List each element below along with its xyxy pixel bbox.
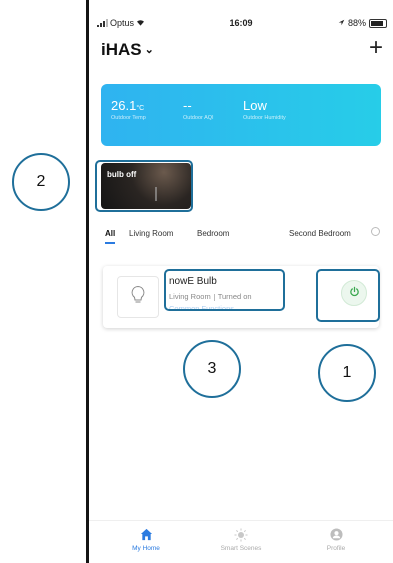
highlight-device-info — [164, 269, 285, 311]
tab-smart-scenes[interactable]: Smart Scenes — [206, 528, 276, 552]
humidity-value: Low — [243, 98, 267, 113]
active-tab-indicator — [105, 242, 115, 244]
tab-all[interactable]: All — [105, 229, 115, 238]
add-button[interactable]: + — [369, 34, 383, 62]
humidity-label: Outdoor Humidity — [243, 115, 286, 121]
weather-temp: 26.1°C Outdoor Temp — [111, 98, 146, 121]
status-bar: Optus 16:09 88% — [89, 14, 393, 32]
weather-humidity: Low Outdoor Humidity — [243, 98, 286, 121]
lightbulb-icon — [130, 285, 146, 310]
weather-card[interactable]: 26.1°C Outdoor Temp -- Outdoor AQI Low O… — [101, 84, 381, 146]
temp-label: Outdoor Temp — [111, 115, 146, 121]
profile-icon — [301, 528, 371, 542]
tab-label-my-home: My Home — [132, 545, 160, 552]
status-right: 88% — [338, 18, 387, 28]
location-arrow-icon — [338, 18, 345, 28]
callout-3: 3 — [183, 340, 241, 398]
home-icon — [111, 528, 181, 542]
temp-unit: °C — [136, 105, 145, 112]
tab-label-profile: Profile — [326, 545, 346, 552]
tab-profile[interactable]: Profile — [301, 528, 371, 552]
chevron-down-icon: ⌄ — [144, 44, 154, 56]
sun-icon — [206, 528, 276, 542]
weather-aqi: -- Outdoor AQI — [183, 98, 214, 121]
battery-percent: 88% — [347, 18, 366, 28]
highlight-scene-tile — [95, 160, 193, 212]
room-tabs: All Living Room Bedroom Second Bedroom — [105, 226, 393, 248]
callout-2: 2 — [12, 153, 70, 211]
header: iHAS ⌄ + — [89, 34, 393, 66]
aqi-value: -- — [183, 98, 192, 113]
bottom-tab-bar: My Home Smart Scenes Profile — [89, 520, 393, 563]
room-settings-icon[interactable] — [371, 227, 380, 236]
tab-label-smart-scenes: Smart Scenes — [220, 545, 262, 552]
tab-my-home[interactable]: My Home — [111, 528, 181, 552]
highlight-power-button — [316, 269, 380, 322]
aqi-label: Outdoor AQI — [183, 115, 214, 121]
home-name: iHAS — [101, 40, 142, 59]
callout-1: 1 — [318, 344, 376, 402]
tab-living-room[interactable]: Living Room — [129, 229, 173, 238]
tab-second-bedroom[interactable]: Second Bedroom — [289, 229, 351, 238]
home-selector[interactable]: iHAS ⌄ — [101, 40, 154, 60]
device-icon-box — [117, 276, 159, 318]
battery-icon — [369, 18, 387, 28]
tab-bedroom[interactable]: Bedroom — [197, 229, 229, 238]
temp-value: 26.1 — [111, 98, 137, 113]
